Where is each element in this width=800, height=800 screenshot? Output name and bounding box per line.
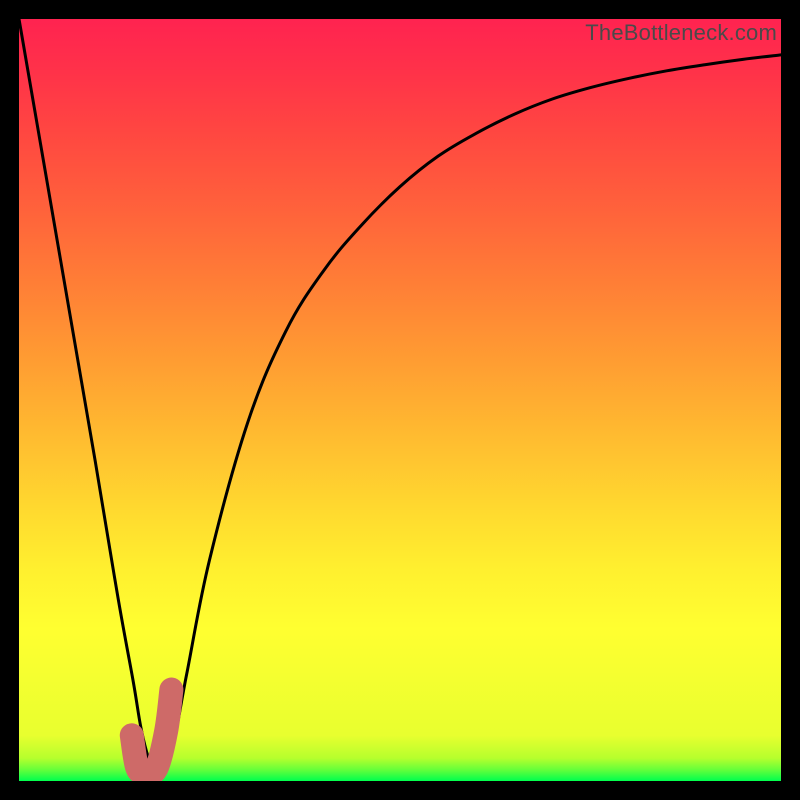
- chart-canvas: [19, 19, 781, 781]
- chart-frame: TheBottleneck.com: [0, 0, 800, 800]
- watermark-text: TheBottleneck.com: [585, 20, 777, 46]
- gradient-background: [19, 19, 781, 781]
- plot-area: TheBottleneck.com: [19, 19, 781, 781]
